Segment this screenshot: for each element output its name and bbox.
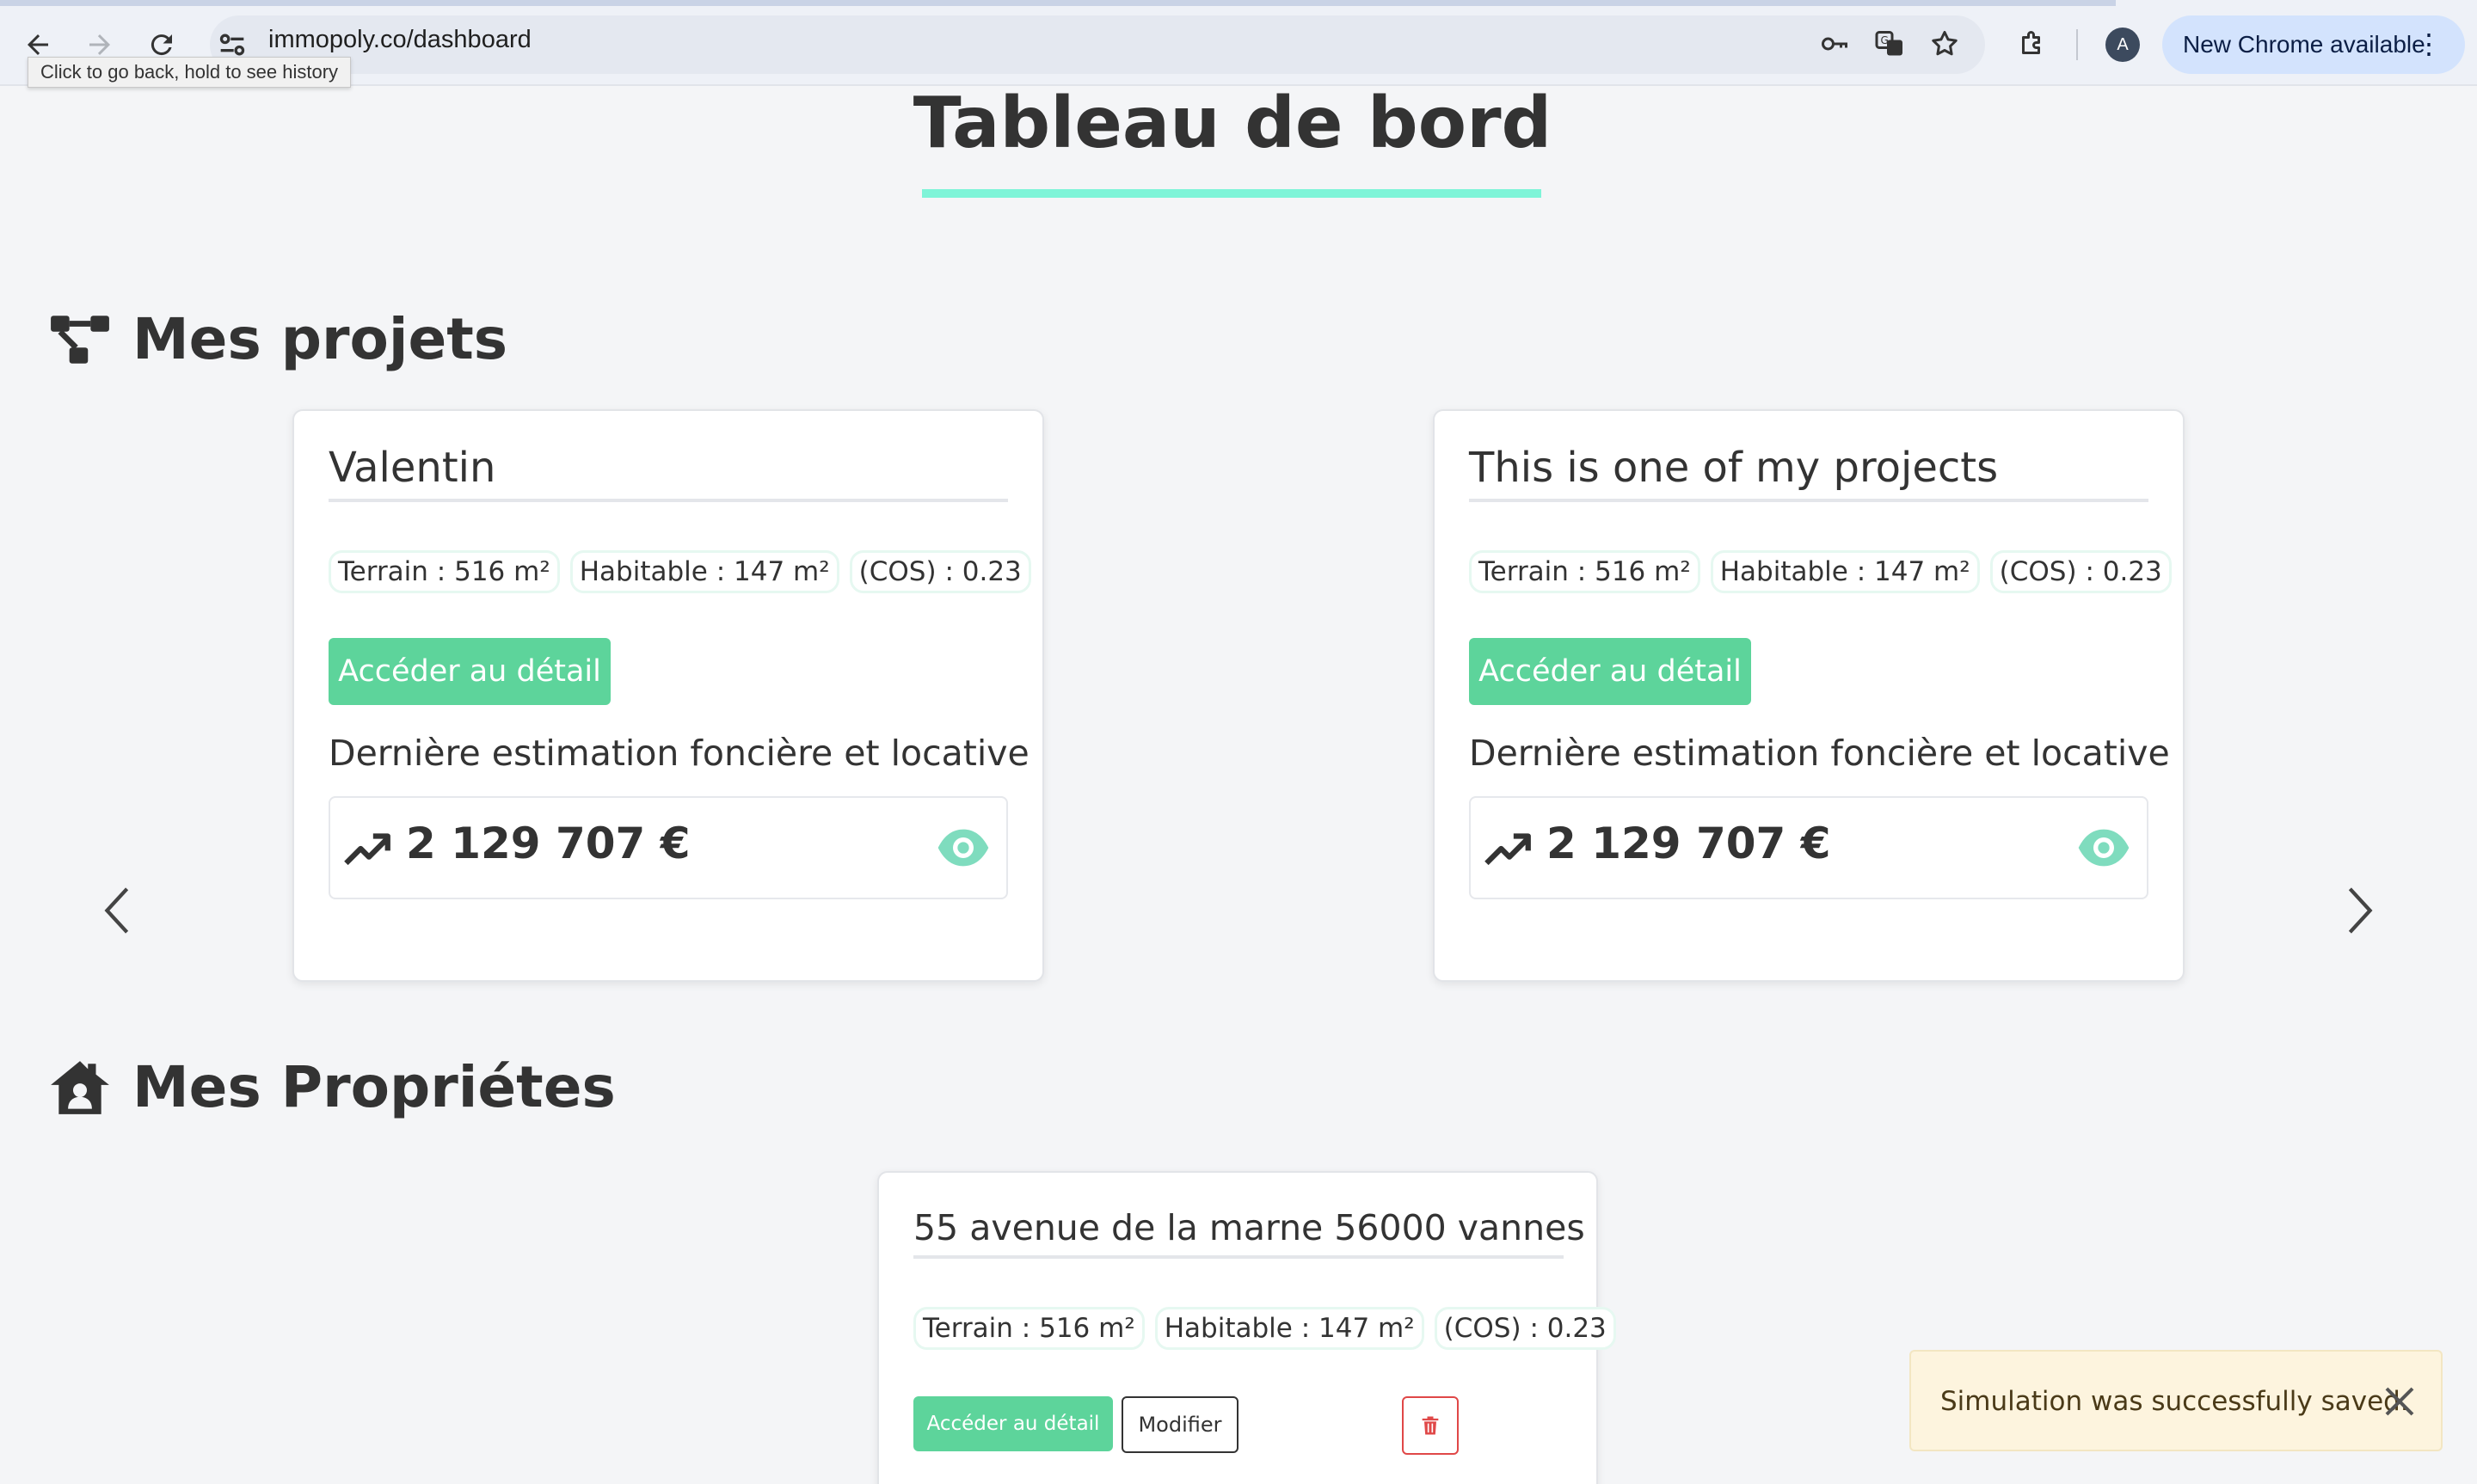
project-card: Valentin Terrain : 516 m² Habitable : 14…	[292, 409, 1044, 982]
profile-avatar[interactable]: A	[2105, 28, 2140, 62]
card-divider	[913, 1255, 1564, 1259]
project-title: Valentin	[329, 444, 496, 492]
password-key-icon[interactable]	[1816, 26, 1853, 62]
kebab-menu-icon[interactable]: ⋮	[2415, 28, 2443, 60]
habitable-tag: Habitable : 147 m²	[1154, 1307, 1424, 1350]
eye-icon[interactable]	[2076, 820, 2131, 875]
toolbar-separator	[2076, 29, 2078, 60]
property-tags: Terrain : 516 m² Habitable : 147 m² (COS…	[913, 1307, 1616, 1350]
toast-message: Simulation was successfully saved.	[1940, 1386, 2409, 1417]
estimate-value: 2 129 707 €	[406, 819, 691, 868]
terrain-tag: Terrain : 516 m²	[329, 550, 560, 593]
page-title: Tableau de bord	[913, 83, 1552, 164]
terrain-tag: Terrain : 516 m²	[913, 1307, 1145, 1350]
properties-heading: Mes Propriétes	[48, 1054, 616, 1120]
project-tags: Terrain : 516 m² Habitable : 147 m² (COS…	[329, 550, 1031, 593]
cos-tag: (COS) : 0.23	[1434, 1307, 1616, 1350]
tab-strip-edge	[0, 0, 2116, 6]
edit-button[interactable]: Modifier	[1122, 1396, 1238, 1453]
property-detail-button[interactable]: Accéder au détail	[913, 1396, 1113, 1451]
bookmark-star-icon[interactable]	[1927, 26, 1963, 62]
card-divider	[1469, 499, 2148, 502]
cos-tag: (COS) : 0.23	[1989, 550, 2172, 593]
translate-icon[interactable]: G	[1872, 26, 1908, 62]
estimate-box: 2 129 707 €	[329, 796, 1008, 899]
project-tags: Terrain : 516 m² Habitable : 147 m² (COS…	[1469, 550, 2172, 593]
chrome-update-button[interactable]: New Chrome available ⋮	[2162, 15, 2465, 74]
carousel-prev-icon[interactable]	[96, 886, 138, 935]
delete-button[interactable]	[1402, 1396, 1459, 1455]
house-user-icon	[51, 1060, 109, 1114]
trash-icon	[1422, 1416, 1439, 1435]
project-card: This is one of my projects Terrain : 516…	[1433, 409, 2185, 982]
estimate-box: 2 129 707 €	[1469, 796, 2148, 899]
reload-icon	[151, 34, 172, 56]
carousel-next-icon[interactable]	[2339, 886, 2381, 935]
extensions-puzzle-icon[interactable]	[2014, 26, 2050, 62]
project-diagram-icon	[51, 315, 109, 364]
cos-tag: (COS) : 0.23	[849, 550, 1031, 593]
trend-up-icon	[1484, 833, 1531, 866]
properties-heading-text: Mes Propriétes	[132, 1054, 616, 1120]
habitable-tag: Habitable : 147 m²	[1710, 550, 1980, 593]
arrow-right-icon	[89, 34, 110, 55]
close-icon[interactable]	[2382, 1384, 2417, 1419]
card-divider	[329, 499, 1008, 502]
url-text[interactable]: immopoly.co/dashboard	[268, 26, 532, 54]
detail-button[interactable]: Accéder au détail	[1469, 638, 1751, 705]
estimate-label: Dernière estimation foncière et locative	[329, 733, 1030, 774]
detail-button[interactable]: Accéder au détail	[329, 638, 611, 705]
projects-heading: Mes projets	[48, 306, 507, 372]
projects-heading-text: Mes projets	[132, 306, 508, 372]
project-title: This is one of my projects	[1469, 444, 1999, 492]
eye-icon[interactable]	[936, 820, 991, 875]
property-card: 55 avenue de la marne 56000 vannes Terra…	[877, 1171, 1616, 1484]
trend-up-icon	[344, 833, 390, 866]
arrow-left-icon	[28, 34, 48, 55]
estimate-value: 2 129 707 €	[1546, 819, 1831, 868]
habitable-tag: Habitable : 147 m²	[569, 550, 839, 593]
terrain-tag: Terrain : 516 m²	[1469, 550, 1700, 593]
svg-text:G: G	[1881, 34, 1889, 46]
property-title: 55 avenue de la marne 56000 vannes	[913, 1207, 1585, 1248]
chrome-update-label: New Chrome available	[2183, 31, 2425, 58]
title-underline	[922, 189, 1541, 198]
estimate-label: Dernière estimation foncière et locative	[1469, 733, 2170, 774]
toast-notification: Simulation was successfully saved.	[1909, 1350, 2443, 1451]
